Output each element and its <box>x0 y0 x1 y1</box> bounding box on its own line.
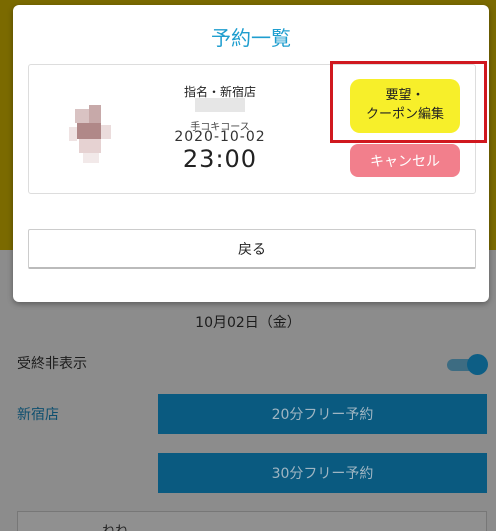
list-item[interactable] <box>17 511 487 531</box>
hide-finished-toggle[interactable] <box>447 354 488 375</box>
toggle-knob <box>467 354 488 375</box>
free-reserve-20-button[interactable]: 20分フリー予約 <box>158 394 487 434</box>
reservation-date: 2020-10-02 <box>174 129 266 145</box>
list-item-name: ねね <box>102 520 128 531</box>
store-label: 新宿店 <box>17 407 59 423</box>
modal-title: 予約一覧 <box>211 26 291 50</box>
free-reserve-30-button[interactable]: 30分フリー予約 <box>158 453 487 493</box>
reservation-time: 23:00 <box>182 145 258 173</box>
cancel-button[interactable]: キャンセル <box>350 144 460 177</box>
date-label: 10月02日（金） <box>195 315 301 331</box>
coupon-button-line2: クーポン編集 <box>365 107 444 122</box>
reservation-list-modal: 予約一覧 指名・新宿店 手コキコース 2020-10-02 23:00 要望・ … <box>13 5 489 302</box>
hide-finished-label: 受終非表示 <box>17 356 87 372</box>
back-button[interactable]: 戻る <box>28 229 476 269</box>
avatar <box>69 105 113 163</box>
coupon-button-line1: 要望・ <box>385 88 425 104</box>
blurred-name <box>195 98 245 112</box>
request-coupon-edit-button[interactable]: 要望・ クーポン編集 <box>350 79 460 133</box>
